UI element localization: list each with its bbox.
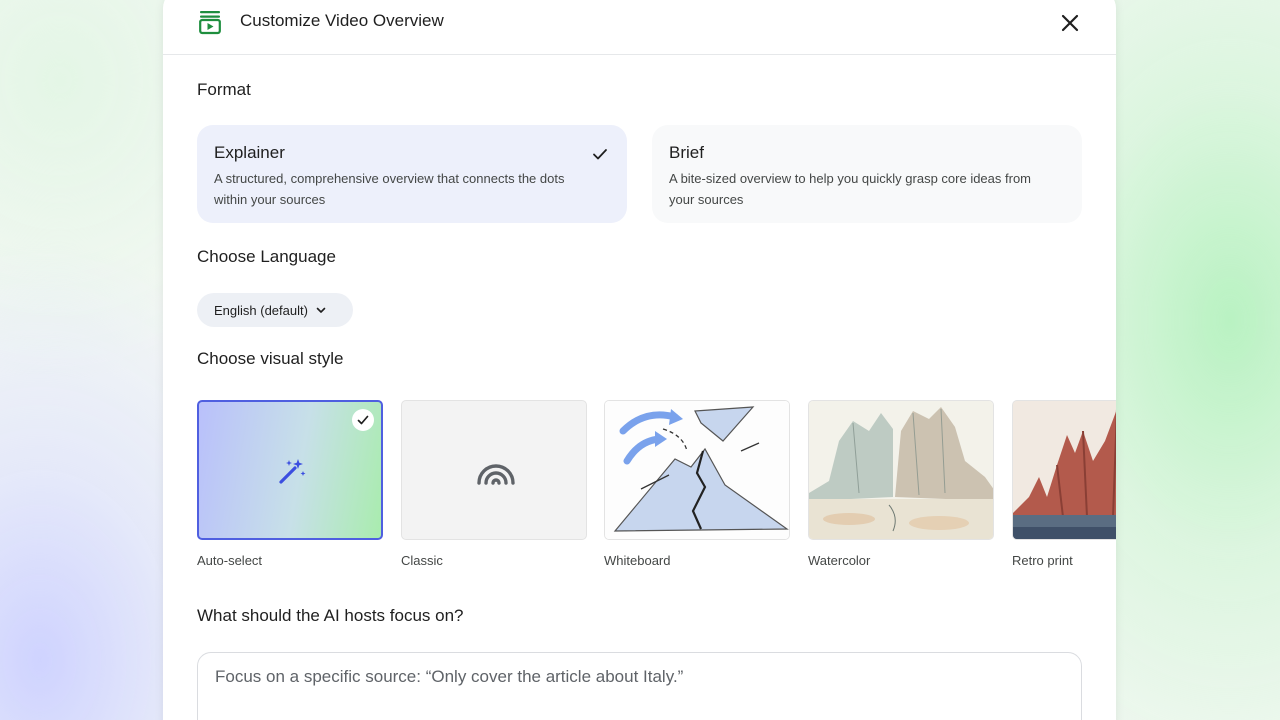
focus-label: What should the AI hosts focus on? [197, 606, 464, 625]
checkmark-icon [352, 409, 374, 431]
watercolor-style-thumbnail [809, 401, 993, 539]
language-dropdown[interactable]: English (default) [197, 293, 353, 327]
style-option-watercolor[interactable] [808, 400, 994, 540]
dialog-content: Customize Video Overview Format Explaine… [163, 0, 1116, 720]
visual-style-label: Choose visual style [197, 349, 344, 368]
whiteboard-style-thumbnail [605, 401, 789, 539]
style-option-whiteboard[interactable] [604, 400, 790, 540]
style-option-label: Watercolor [808, 553, 871, 568]
style-option-label: Retro print [1012, 553, 1073, 568]
format-label: Format [197, 80, 251, 99]
format-option-description: A bite-sized overview to help you quickl… [669, 171, 1032, 207]
format-option-title: Explainer [214, 143, 285, 162]
checkmark-icon [591, 145, 609, 163]
rainbow-arc-icon [477, 464, 515, 485]
magic-wand-icon [279, 459, 306, 484]
format-option-explainer[interactable]: Explainer A structured, comprehensive ov… [197, 125, 627, 223]
style-option-retro-print[interactable] [1012, 400, 1116, 540]
dialog-title: Customize Video Overview [240, 11, 444, 30]
close-button[interactable] [1057, 10, 1083, 36]
close-icon [1061, 14, 1079, 32]
style-option-auto-select[interactable] [197, 400, 383, 540]
format-option-description: A structured, comprehensive overview tha… [214, 171, 565, 207]
language-selected-value: English (default) [214, 302, 308, 318]
style-option-label: Whiteboard [604, 553, 671, 568]
retro-print-style-thumbnail [1013, 401, 1116, 539]
style-option-label: Classic [401, 553, 443, 568]
language-label: Choose Language [197, 247, 336, 266]
format-option-brief[interactable]: Brief A bite-sized overview to help you … [652, 125, 1082, 223]
chevron-down-icon [316, 307, 326, 313]
focus-input[interactable] [197, 652, 1082, 720]
style-option-label: Auto-select [197, 553, 263, 568]
format-option-title: Brief [669, 143, 704, 162]
customize-video-overview-dialog: Customize Video Overview Format Explaine… [163, 0, 1116, 720]
video-overview-icon [197, 9, 223, 35]
style-option-classic[interactable] [401, 400, 587, 540]
dialog-header: Customize Video Overview [163, 0, 1116, 55]
